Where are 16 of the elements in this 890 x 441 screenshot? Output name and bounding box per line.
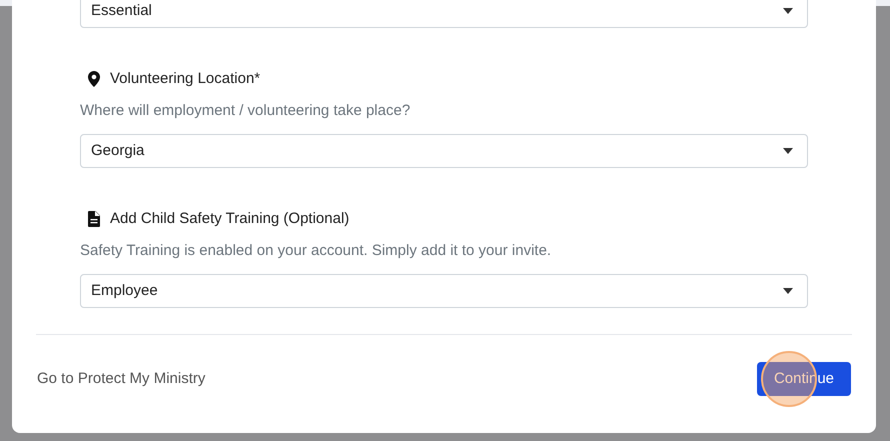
caret-icon xyxy=(783,288,793,294)
select-value: Georgia xyxy=(91,140,144,161)
select-value: Employee xyxy=(91,280,158,301)
protect-my-ministry-link[interactable]: Go to Protect My Ministry xyxy=(37,368,206,390)
caret-icon xyxy=(783,8,793,14)
select-field[interactable]: Employee xyxy=(80,274,808,308)
help-text: Where will employment / volunteering take place? xyxy=(80,100,412,120)
document-icon xyxy=(88,211,100,228)
field-label: Volunteering Location* xyxy=(110,69,260,89)
select-field[interactable]: Georgia xyxy=(80,134,808,168)
select-field[interactable]: Essential xyxy=(80,0,808,28)
help-text: Safety Training is enabled on your account. Simply add it to your invite. xyxy=(80,240,552,260)
caret-icon xyxy=(783,148,793,154)
location-pin-icon xyxy=(88,71,100,88)
select-value: Essential xyxy=(91,0,152,21)
field-label: Add Child Safety Training (Optional) xyxy=(110,209,350,229)
